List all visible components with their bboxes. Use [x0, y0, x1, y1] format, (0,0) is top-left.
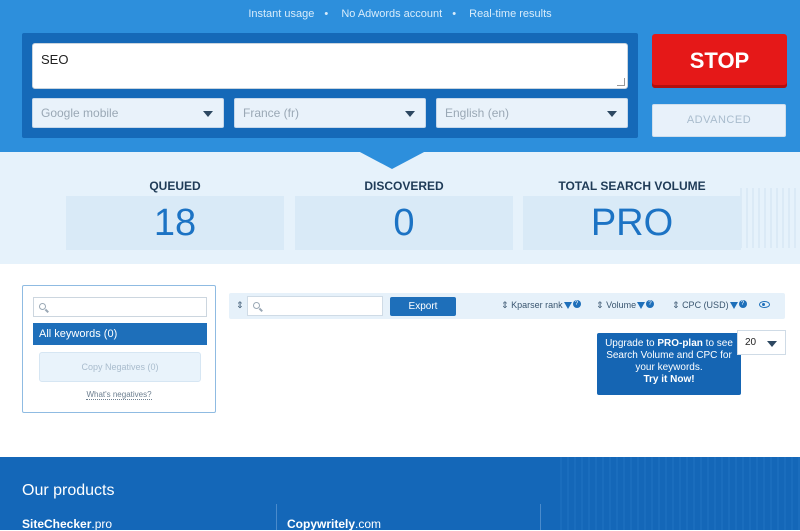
- whats-negatives-text: What's negatives?: [86, 390, 152, 400]
- search-panel: SEO Google mobile France (fr) English (e…: [22, 33, 638, 138]
- help-icon[interactable]: ?: [572, 300, 581, 308]
- results-search-input[interactable]: [247, 296, 383, 316]
- language-value: English (en): [445, 106, 510, 120]
- keyword-sidebar: All keywords (0) Copy Negatives (0) What…: [22, 285, 216, 413]
- queued-label: QUEUED: [149, 179, 201, 193]
- upgrade-tooltip: Upgrade to PRO-plan to see Search Volume…: [597, 333, 741, 395]
- whats-negatives-link[interactable]: What's negatives?: [23, 390, 215, 400]
- country-value: France (fr): [243, 106, 300, 120]
- all-keywords-tab[interactable]: All keywords (0): [33, 323, 207, 345]
- eye-icon[interactable]: [759, 301, 770, 308]
- column-volume[interactable]: ⇕ Volume?: [596, 300, 655, 311]
- chevron-down-icon: [607, 111, 617, 117]
- page-size-select[interactable]: 20: [737, 330, 786, 355]
- search-engine-value: Google mobile: [41, 106, 119, 120]
- keyword-value: SEO: [41, 52, 69, 67]
- footer-title: Our products: [22, 482, 115, 499]
- product-link-copywritely[interactable]: Copywritely.com: [287, 517, 381, 531]
- language-select[interactable]: English (en): [436, 98, 628, 128]
- page-size-value: 20: [745, 337, 757, 348]
- column-kparser-rank[interactable]: ⇕ Kparser rank?: [501, 300, 581, 311]
- filter-icon[interactable]: [563, 302, 572, 310]
- tagline-item: Real-time results: [469, 8, 552, 20]
- advanced-button[interactable]: ADVANCED: [652, 104, 786, 137]
- chevron-down-icon: [767, 341, 777, 347]
- decorative-stripes: [740, 188, 800, 248]
- column-label: Kparser rank: [511, 300, 563, 310]
- search-icon: [253, 302, 260, 309]
- discovered-value: 0: [295, 196, 513, 250]
- country-select[interactable]: France (fr): [234, 98, 426, 128]
- tagline-item: No Adwords account: [341, 8, 443, 20]
- product-tld: .com: [355, 517, 382, 531]
- upgrade-plan-name: PRO-plan: [657, 338, 703, 349]
- upgrade-cta-link[interactable]: Try it Now!: [643, 374, 694, 385]
- tagline-item: Instant usage: [248, 8, 315, 20]
- volume-label: TOTAL SEARCH VOLUME: [558, 179, 706, 193]
- column-cpc[interactable]: ⇕ CPC (USD)?: [672, 300, 747, 311]
- footer-divider: [540, 504, 541, 530]
- help-icon[interactable]: ?: [738, 300, 747, 308]
- sort-icon[interactable]: ⇕: [236, 300, 244, 311]
- copy-negatives-button[interactable]: Copy Negatives (0): [39, 352, 201, 382]
- export-button[interactable]: Export: [390, 297, 456, 316]
- keyword-textarea[interactable]: SEO: [32, 43, 628, 89]
- column-label: Volume: [606, 300, 637, 310]
- hero-section: Instant usage • No Adwords account • Real-…: [0, 0, 800, 152]
- footer: Our products SiteChecker.pro Copywritely…: [0, 457, 800, 531]
- filter-icon[interactable]: [637, 302, 646, 310]
- tagline: Instant usage • No Adwords account • Real-…: [248, 8, 552, 20]
- product-name: SiteChecker: [22, 517, 92, 531]
- search-icon: [39, 303, 46, 310]
- filter-icon[interactable]: [729, 302, 738, 310]
- queued-value: 18: [66, 196, 284, 250]
- sort-icon: ⇕: [501, 300, 509, 310]
- decorative-stripes: [560, 457, 800, 530]
- search-engine-select[interactable]: Google mobile: [32, 98, 224, 128]
- volume-value: PRO: [523, 196, 741, 250]
- sort-icon: ⇕: [596, 300, 604, 310]
- help-icon[interactable]: ?: [646, 300, 655, 308]
- sidebar-search-input[interactable]: [33, 297, 207, 317]
- column-label: CPC (USD): [682, 300, 729, 310]
- chevron-down-icon: [405, 111, 415, 117]
- product-link-sitechecker[interactable]: SiteChecker.pro: [22, 517, 112, 531]
- pointer-arrow: [358, 151, 426, 169]
- chevron-down-icon: [203, 111, 213, 117]
- product-tld: .pro: [91, 517, 113, 531]
- discovered-label: DISCOVERED: [364, 179, 444, 193]
- product-name: Copywritely: [287, 517, 356, 531]
- upgrade-text-prefix: Upgrade to: [605, 338, 658, 349]
- results-toolbar: ⇕ Export ⇕ Kparser rank? ⇕ Volume? ⇕ CPC…: [229, 293, 785, 319]
- footer-divider: [276, 504, 277, 530]
- resize-grip-icon[interactable]: [617, 78, 625, 86]
- sort-icon: ⇕: [672, 300, 680, 310]
- stop-button[interactable]: STOP: [652, 34, 787, 88]
